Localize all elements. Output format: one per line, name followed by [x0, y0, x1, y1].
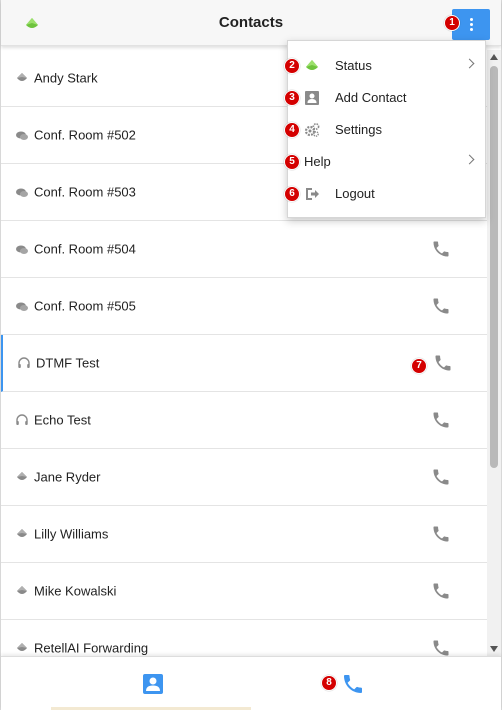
- phone-icon[interactable]: [431, 296, 451, 316]
- scroll-down-arrow-icon[interactable]: [490, 646, 498, 652]
- annotation-badge: 1: [444, 15, 460, 31]
- page-title: Contacts: [218, 14, 284, 31]
- add-contact-icon: [305, 91, 319, 105]
- annotation-badge: 2: [284, 58, 300, 74]
- calls-tab-icon[interactable]: [341, 672, 365, 696]
- phone-icon[interactable]: [431, 239, 451, 259]
- menu-item-label: Logout: [335, 186, 375, 201]
- contact-row[interactable]: RetellAI Forwarding: [1, 620, 487, 656]
- headset-icon: [16, 414, 28, 425]
- bottom-tab-bar: [1, 656, 501, 710]
- app-window: Contacts Andy Stark Conf. Room #502 Conf…: [0, 0, 502, 710]
- chevron-right-icon: [464, 154, 475, 165]
- phone-icon[interactable]: [433, 353, 453, 373]
- status-green-icon: [306, 60, 318, 70]
- contact-name: DTMF Test: [36, 355, 100, 371]
- headset-icon: [18, 357, 30, 368]
- menu-item-label: Settings: [335, 122, 382, 137]
- status-gray-icon: [17, 529, 27, 537]
- contact-name: Conf. Room #503: [34, 184, 136, 200]
- phone-icon[interactable]: [431, 581, 451, 601]
- menu-item-logout[interactable]: Logout: [288, 178, 485, 210]
- contact-name: Mike Kowalski: [34, 583, 117, 599]
- scrollbar-thumb[interactable]: [490, 66, 498, 468]
- contact-name: Conf. Room #504: [34, 241, 136, 257]
- contact-row[interactable]: Conf. Room #504: [1, 221, 487, 278]
- menu-item-label: Add Contact: [335, 90, 407, 105]
- contact-row[interactable]: Conf. Room #505: [1, 278, 487, 335]
- status-gray-icon: [17, 643, 27, 651]
- contact-row[interactable]: Lilly Williams: [1, 506, 487, 563]
- contact-name: Lilly Williams: [34, 526, 109, 542]
- menu-item-label: Help: [304, 154, 331, 169]
- status-gray-icon: [17, 472, 27, 480]
- contact-name: Jane Ryder: [34, 469, 101, 485]
- chevron-right-icon: [464, 58, 475, 69]
- menu-item-status[interactable]: Status: [288, 50, 485, 82]
- contact-name: Andy Stark: [34, 70, 98, 86]
- phone-icon[interactable]: [431, 638, 451, 656]
- phone-icon[interactable]: [431, 410, 451, 430]
- logout-icon: [306, 188, 319, 200]
- contact-name: Conf. Room #502: [34, 127, 136, 143]
- annotation-badge: 5: [284, 154, 300, 170]
- contacts-tab-icon[interactable]: [141, 672, 165, 696]
- contact-row[interactable]: Mike Kowalski: [1, 563, 487, 620]
- contact-name: Echo Test: [34, 412, 91, 428]
- annotation-badge: 7: [411, 358, 427, 374]
- status-gray-icon: [17, 73, 27, 81]
- phone-icon[interactable]: [431, 524, 451, 544]
- scroll-up-arrow-icon[interactable]: [490, 54, 498, 60]
- annotation-badge: 3: [284, 90, 300, 106]
- status-gray-icon: [17, 586, 27, 594]
- phone-icon[interactable]: [431, 467, 451, 487]
- annotation-badge: 6: [284, 186, 300, 202]
- contact-row[interactable]: Echo Test: [1, 392, 487, 449]
- more-vert-icon: [469, 18, 473, 31]
- gears-icon: [304, 123, 320, 137]
- annotation-badge: 4: [284, 122, 300, 138]
- chat-bubbles-icon: [16, 131, 28, 140]
- annotation-badge: 8: [321, 675, 337, 691]
- chat-bubbles-icon: [16, 188, 28, 197]
- contact-row[interactable]: Jane Ryder: [1, 449, 487, 506]
- contact-name: Conf. Room #505: [34, 298, 136, 314]
- menu-item-label: Status: [335, 58, 372, 73]
- chat-bubbles-icon: [16, 245, 28, 254]
- scrollbar[interactable]: [487, 50, 501, 656]
- contact-name: RetellAI Forwarding: [34, 640, 149, 656]
- menu-item-settings[interactable]: Settings: [288, 114, 485, 146]
- chat-bubbles-icon: [16, 302, 28, 311]
- menu-item-add-contact[interactable]: Add Contact: [288, 82, 485, 114]
- options-menu: Status Add Contact Settings Help Logout: [287, 40, 486, 218]
- menu-item-help[interactable]: Help: [288, 146, 485, 178]
